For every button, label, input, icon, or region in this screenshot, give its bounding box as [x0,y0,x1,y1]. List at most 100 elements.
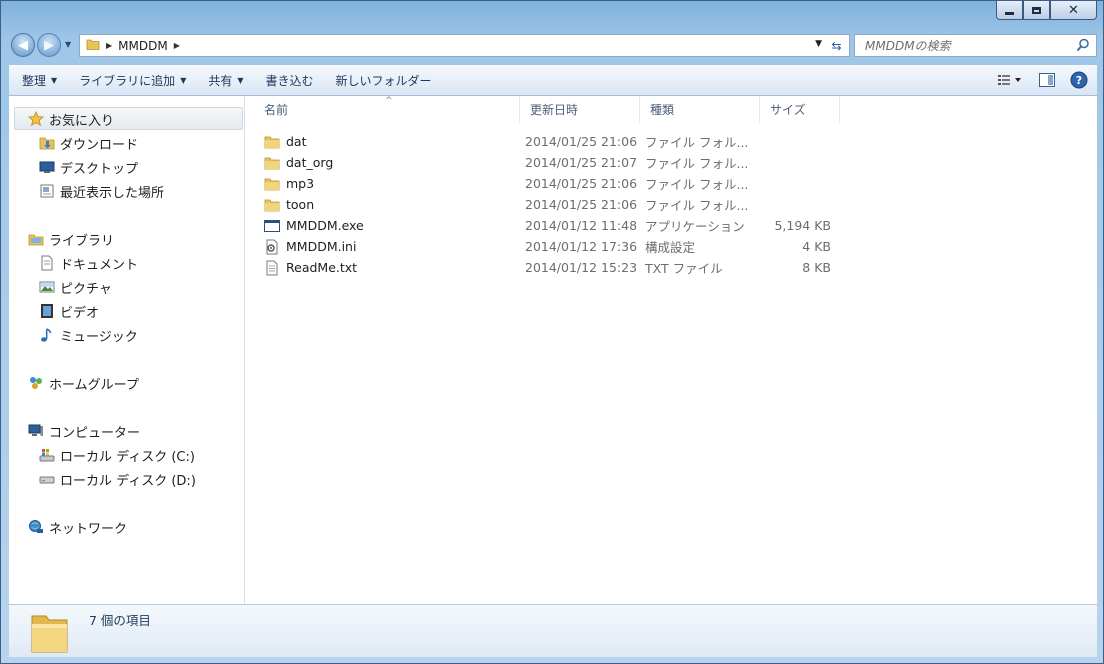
view-options-button[interactable] [991,69,1029,91]
preview-pane-icon [1039,73,1055,87]
computer-icon [27,423,44,440]
view-list-icon [998,75,1021,85]
sidebar-item-local-disk-d[interactable]: ローカル ディスク (D:) [38,467,196,491]
breadcrumb-mmddm[interactable]: MMDDM [118,39,168,53]
sidebar-item-label: ライブラリ [49,233,115,249]
back-button[interactable]: ◀ [11,33,35,57]
file-row[interactable]: toon 2014/01/25 21:06 ファイル フォル... [246,194,846,215]
burn-label: 書き込む [265,73,314,88]
sidebar-item-label: お気に入り [49,113,115,129]
add-to-library-button[interactable]: ライブラリに追加 ▼ [70,69,195,91]
close-button[interactable]: ✕ [1050,1,1097,20]
burn-button[interactable]: 書き込む [257,69,323,91]
desktop-icon [38,159,55,176]
sidebar-item-music[interactable]: ミュージック [38,323,138,347]
folder-icon [264,197,280,213]
close-icon: ✕ [1068,2,1079,18]
file-size [765,152,831,173]
file-size [765,131,831,152]
navigation-bar: ◀ ▶ ▼ ▶ MMDDM ▶ ▼ ⇆ [9,31,1097,61]
item-count: 7 個の項目 [89,613,151,628]
search-box[interactable] [854,34,1097,57]
sidebar-item-desktop[interactable]: デスクトップ [38,155,138,179]
file-row[interactable]: MMDDM.exe 2014/01/12 11:48 アプリケーション 5,19… [246,215,846,236]
sidebar-item-homegroup[interactable]: ホームグループ [27,371,139,395]
file-row[interactable]: MMDDM.ini 2014/01/12 17:36 構成設定 4 KB [246,236,846,257]
refresh-button[interactable]: ⇆ [824,34,850,57]
file-row[interactable]: dat 2014/01/25 21:06 ファイル フォル... [246,131,846,152]
sidebar-item-label: ピクチャ [60,281,112,297]
sidebar-item-network[interactable]: ネットワーク [27,515,127,539]
address-history-dropdown[interactable]: ▼ [815,39,822,49]
file-date: 2014/01/25 21:06 [525,176,638,191]
sidebar-item-label: デスクトップ [60,161,139,177]
sidebar-item-documents[interactable]: ドキュメント [38,251,138,275]
sidebar-item-pictures[interactable]: ピクチャ [38,275,112,299]
sidebar-item-label: ネットワーク [49,521,128,537]
sidebar-item-downloads[interactable]: ダウンロード [38,131,138,155]
file-size: 5,194 KB [774,218,831,233]
star-icon [27,111,44,128]
minimize-button[interactable] [996,1,1023,20]
file-name: toon [286,197,315,212]
downloads-folder-icon [38,135,55,152]
file-name: MMDDM.exe [286,218,364,233]
file-name: MMDDM.ini [286,239,357,254]
large-folder-icon [29,610,71,659]
address-bar[interactable]: ▶ MMDDM ▶ ▼ [79,34,827,57]
file-date: 2014/01/25 21:06 [525,134,638,149]
pictures-icon [38,279,55,296]
file-type: アプリケーション [645,219,745,234]
help-icon: ? [1070,71,1088,89]
file-date: 2014/01/12 17:36 [525,239,638,254]
minimize-icon [1005,11,1014,15]
file-date: 2014/01/25 21:07 [525,155,638,170]
file-date: 2014/01/12 15:23 [525,260,638,275]
sidebar-item-label: ローカル ディスク (C:) [60,449,195,465]
command-toolbar: 整理 ▼ ライブラリに追加 ▼ 共有 ▼ 書き込む 新しいフォルダー ? [9,65,1097,96]
file-name: dat [286,134,307,149]
recent-pages-dropdown[interactable]: ▼ [65,40,71,49]
forward-button[interactable]: ▶ [37,33,61,57]
sidebar-item-videos[interactable]: ビデオ [38,299,99,323]
sidebar-item-local-disk-c[interactable]: ローカル ディスク (C:) [38,443,195,467]
file-row[interactable]: dat_org 2014/01/25 21:07 ファイル フォル... [246,152,846,173]
search-input[interactable] [863,37,1067,54]
sidebar-item-favorites[interactable]: お気に入り [27,107,114,131]
svg-text:?: ? [1076,74,1082,87]
search-icon[interactable] [1076,38,1090,55]
system-drive-icon [38,447,55,464]
libraries-icon [27,231,44,248]
details-pane: 7 個の項目 [9,604,1097,657]
column-header-label: 名前 [264,103,289,117]
toolbar-right: ? [991,65,1097,95]
column-header-type[interactable]: 種類 [640,96,760,123]
file-row[interactable]: ReadMe.txt 2014/01/12 15:23 TXT ファイル 8 K… [246,257,846,278]
documents-icon [38,255,55,272]
sidebar-item-computer[interactable]: コンピューター [27,419,140,443]
sidebar-item-recent-places[interactable]: 最近表示した場所 [38,179,164,203]
organize-label: 整理 [22,73,47,88]
organize-button[interactable]: 整理 ▼ [13,69,66,91]
file-type: TXT ファイル [645,261,723,276]
column-header-size[interactable]: サイズ [760,96,840,123]
navigation-pane: お気に入り ダウンロード デスクトップ 最近表示した場所 ライブラリ ドキュメン… [9,96,245,604]
sidebar-item-libraries[interactable]: ライブラリ [27,227,114,251]
breadcrumb-separator-icon[interactable]: ▶ [174,41,180,50]
breadcrumb-separator-icon[interactable]: ▶ [106,41,112,50]
new-folder-button[interactable]: 新しいフォルダー [327,69,441,91]
new-folder-label: 新しいフォルダー [335,73,432,88]
file-type: ファイル フォル... [645,156,749,171]
help-button[interactable]: ? [1065,69,1093,91]
sidebar-item-label: 最近表示した場所 [60,185,165,201]
music-note-icon [38,327,55,344]
folder-icon [264,134,280,150]
column-header-name[interactable]: 名前 [254,96,520,123]
share-button[interactable]: 共有 ▼ [199,69,252,91]
file-type: ファイル フォル... [645,177,749,192]
column-header-date[interactable]: 更新日時 [520,96,640,123]
preview-pane-button[interactable] [1033,69,1061,91]
maximize-button[interactable] [1023,1,1050,20]
file-row[interactable]: mp3 2014/01/25 21:06 ファイル フォル... [246,173,846,194]
sidebar-item-label: ホームグループ [49,377,139,393]
